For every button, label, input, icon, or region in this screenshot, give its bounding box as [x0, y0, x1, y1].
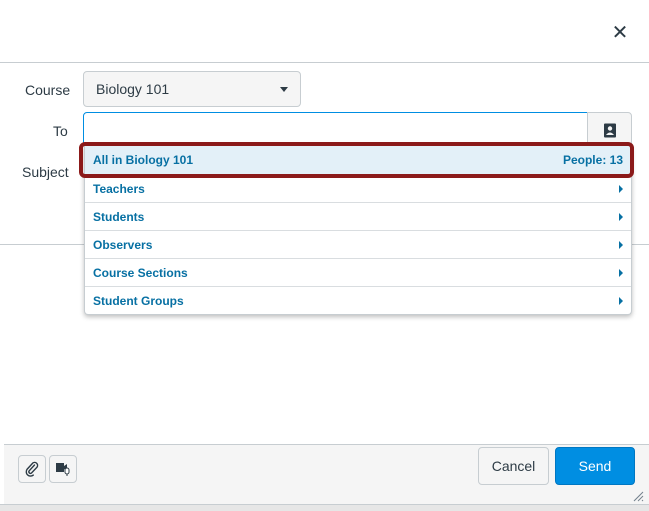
media-comment-icon: [56, 463, 70, 476]
media-comment-button[interactable]: [49, 455, 77, 483]
attach-file-button[interactable]: [18, 455, 46, 483]
chevron-right-icon: [619, 212, 623, 221]
send-button[interactable]: Send: [555, 447, 635, 485]
recipient-option-label: Teachers: [93, 181, 145, 196]
recipient-option-label: Students: [93, 209, 145, 224]
chevron-down-icon: [280, 86, 288, 92]
recipient-option-observers[interactable]: Observers: [85, 230, 631, 258]
address-book-button[interactable]: [587, 112, 632, 148]
recipient-option-course-sections[interactable]: Course Sections: [85, 258, 631, 286]
chevron-right-icon: [619, 240, 623, 249]
subject-label: Subject: [22, 164, 69, 180]
close-icon: ✕: [611, 22, 629, 44]
header-divider: [0, 62, 649, 63]
resize-handle-icon[interactable]: [632, 490, 644, 502]
course-select-value: Biology 101: [96, 81, 170, 97]
chevron-right-icon: [619, 268, 623, 277]
to-label: To: [53, 123, 68, 139]
chevron-right-icon: [619, 296, 623, 305]
paperclip-icon: [25, 461, 39, 477]
course-select[interactable]: Biology 101: [83, 71, 301, 107]
recipient-option-all[interactable]: All in Biology 101 People: 13: [79, 142, 634, 178]
people-count: People: 13: [562, 153, 623, 167]
close-button[interactable]: ✕: [609, 22, 631, 44]
recipient-option-label: All in Biology 101: [93, 153, 194, 167]
recipient-option-label: Course Sections: [93, 265, 188, 280]
chevron-right-icon: [619, 184, 623, 193]
recipient-option-teachers[interactable]: Teachers: [85, 174, 631, 202]
dialog-footer: [4, 444, 649, 505]
recipient-dropdown: All in Biology 101 People: 13 Teachers S…: [79, 142, 634, 315]
to-input[interactable]: [83, 112, 588, 148]
recipient-option-label: Student Groups: [93, 293, 184, 308]
recipient-option-students[interactable]: Students: [85, 202, 631, 230]
course-label: Course: [25, 82, 71, 98]
window-bottom-edge: [0, 504, 649, 511]
address-book-icon: [603, 123, 616, 137]
cancel-button[interactable]: Cancel: [478, 447, 549, 485]
recipient-option-student-groups[interactable]: Student Groups: [85, 286, 631, 314]
recipient-option-label: Observers: [93, 237, 153, 252]
